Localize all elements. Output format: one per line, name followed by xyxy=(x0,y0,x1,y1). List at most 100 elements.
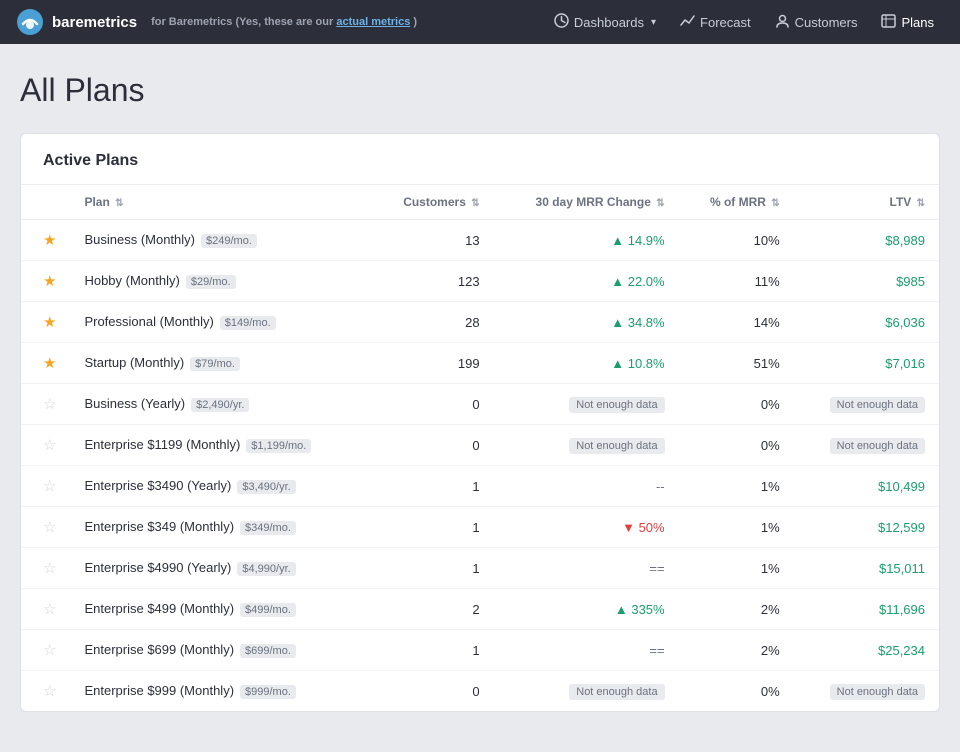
table-row: ☆Enterprise $3490 (Yearly)$3,490/yr.1--1… xyxy=(21,466,939,507)
plan-name-text: Enterprise $4990 (Yearly) xyxy=(84,560,231,575)
nav-label-plans: Plans xyxy=(901,15,934,30)
ltv-value: $10,499 xyxy=(878,479,925,494)
plan-name-text: Enterprise $1199 (Monthly) xyxy=(84,437,240,452)
table-row: ★Professional (Monthly)$149/mo.28▲ 34.8%… xyxy=(21,302,939,343)
star-cell: ☆ xyxy=(21,466,70,507)
star-cell: ☆ xyxy=(21,671,70,712)
nav-label-dashboards: Dashboards xyxy=(574,15,644,30)
pct-mrr-cell: 0% xyxy=(679,425,794,466)
nav-items: Dashboards ▾ Forecast Customers Plans xyxy=(544,7,944,37)
col-header-star[interactable] xyxy=(21,185,70,220)
col-header-pct-mrr[interactable]: % of MRR ⇅ xyxy=(679,185,794,220)
nav-item-forecast[interactable]: Forecast xyxy=(670,8,761,36)
star-icon[interactable]: ★ xyxy=(43,232,56,249)
customers-cell: 1 xyxy=(371,507,494,548)
ltv-cell: $11,696 xyxy=(794,589,939,630)
plan-price-badge: $29/mo. xyxy=(186,275,236,289)
customers-cell: 0 xyxy=(371,671,494,712)
mrr-change-cell: Not enough data xyxy=(494,384,679,425)
star-icon[interactable]: ☆ xyxy=(43,519,56,536)
star-icon[interactable]: ☆ xyxy=(43,560,56,577)
section-title: Active Plans xyxy=(43,152,917,170)
mrr-change-cell: == xyxy=(494,548,679,589)
plan-price-badge: $2,490/yr. xyxy=(191,398,249,412)
sort-icon-customers: ⇅ xyxy=(471,198,479,209)
table-row: ★Startup (Monthly)$79/mo.199▲ 10.8%51%$7… xyxy=(21,343,939,384)
plan-name-text: Enterprise $349 (Monthly) xyxy=(84,519,234,534)
star-cell: ★ xyxy=(21,220,70,261)
change-up: ▲ 10.8% xyxy=(611,356,664,371)
plan-price-badge: $499/mo. xyxy=(240,603,296,617)
change-neutral: == xyxy=(649,561,664,576)
col-header-mrr-change[interactable]: 30 day MRR Change ⇅ xyxy=(494,185,679,220)
mrr-change-cell: ▲ 335% xyxy=(494,589,679,630)
plan-name-cell: Enterprise $499 (Monthly) $499/mo. xyxy=(70,589,370,630)
ltv-nodata-badge: Not enough data xyxy=(830,438,925,454)
pct-mrr-cell: 0% xyxy=(679,384,794,425)
ltv-value: $12,599 xyxy=(878,520,925,535)
star-icon[interactable]: ☆ xyxy=(43,683,56,700)
star-icon[interactable]: ★ xyxy=(43,314,56,331)
plans-table: Plan ⇅ Customers ⇅ 30 day MRR Change ⇅ %… xyxy=(21,185,939,711)
nav-item-dashboards[interactable]: Dashboards ▾ xyxy=(544,7,666,37)
ltv-cell: Not enough data xyxy=(794,384,939,425)
customers-cell: 0 xyxy=(371,384,494,425)
star-icon[interactable]: ★ xyxy=(43,355,56,372)
actual-metrics-link[interactable]: actual metrics xyxy=(336,16,410,28)
arrow-up-icon: ▲ xyxy=(611,233,624,248)
ltv-value: $11,696 xyxy=(879,602,925,617)
ltv-value: $985 xyxy=(896,274,925,289)
table-row: ☆Enterprise $4990 (Yearly)$4,990/yr.1==1… xyxy=(21,548,939,589)
plan-name-cell: Startup (Monthly)$79/mo. xyxy=(70,343,370,384)
ltv-value: $6,036 xyxy=(885,315,925,330)
pct-mrr-cell: 14% xyxy=(679,302,794,343)
page-title: All Plans xyxy=(20,44,940,133)
mrr-change-cell: == xyxy=(494,630,679,671)
page-container: All Plans Active Plans Plan ⇅ Customers … xyxy=(0,44,960,752)
star-cell: ☆ xyxy=(21,548,70,589)
ltv-cell: $8,989 xyxy=(794,220,939,261)
customers-icon xyxy=(775,14,790,31)
brand-logo-area[interactable]: baremetrics for Baremetrics (Yes, these … xyxy=(16,8,417,36)
ltv-cell: $12,599 xyxy=(794,507,939,548)
customers-cell: 123 xyxy=(371,261,494,302)
plan-price-badge: $1,199/mo. xyxy=(246,439,311,453)
change-up: ▲ 14.9% xyxy=(611,233,664,248)
ltv-cell: $10,499 xyxy=(794,466,939,507)
plan-price-badge: $149/mo. xyxy=(220,316,276,330)
brand-logo-icon xyxy=(16,8,44,36)
sort-icon-mrr: ⇅ xyxy=(656,198,664,209)
plan-name-cell: Business (Monthly)$249/mo. xyxy=(70,220,370,261)
star-icon[interactable]: ☆ xyxy=(43,478,56,495)
mrr-change-cell: Not enough data xyxy=(494,425,679,466)
plan-price-badge: $349/mo. xyxy=(240,521,296,535)
ltv-cell: Not enough data xyxy=(794,425,939,466)
col-header-customers[interactable]: Customers ⇅ xyxy=(371,185,494,220)
plan-name-cell: Enterprise $699 (Monthly)$699/mo. xyxy=(70,630,370,671)
star-icon[interactable]: ★ xyxy=(43,273,56,290)
plan-name-text: Hobby (Monthly) xyxy=(84,273,179,288)
col-header-ltv[interactable]: LTV ⇅ xyxy=(794,185,939,220)
plan-name-text: Enterprise $699 (Monthly) xyxy=(84,642,234,657)
ltv-cell: $985 xyxy=(794,261,939,302)
star-icon[interactable]: ☆ xyxy=(43,396,56,413)
brand-name: baremetrics xyxy=(52,14,137,31)
col-header-plan[interactable]: Plan ⇅ xyxy=(70,185,370,220)
plan-price-badge: $249/mo. xyxy=(201,234,257,248)
nav-item-plans[interactable]: Plans xyxy=(871,8,944,37)
plan-price-badge: $4,990/yr. xyxy=(237,562,295,576)
plan-price-badge: $3,490/yr. xyxy=(237,480,295,494)
brand-for: for Baremetrics (Yes, these are our actu… xyxy=(151,16,417,28)
plan-name-cell: Business (Yearly)$2,490/yr. xyxy=(70,384,370,425)
change-neutral: == xyxy=(649,643,664,658)
nav-item-customers[interactable]: Customers xyxy=(765,8,868,37)
dashboards-icon xyxy=(554,13,569,31)
star-icon[interactable]: ☆ xyxy=(43,437,56,454)
ltv-cell: $7,016 xyxy=(794,343,939,384)
star-icon[interactable]: ☆ xyxy=(43,601,56,618)
star-cell: ★ xyxy=(21,302,70,343)
plan-name-text: Enterprise $499 (Monthly) xyxy=(84,601,234,616)
plan-name-text: Startup (Monthly) xyxy=(84,355,184,370)
plans-icon xyxy=(881,14,896,31)
customers-cell: 1 xyxy=(371,466,494,507)
